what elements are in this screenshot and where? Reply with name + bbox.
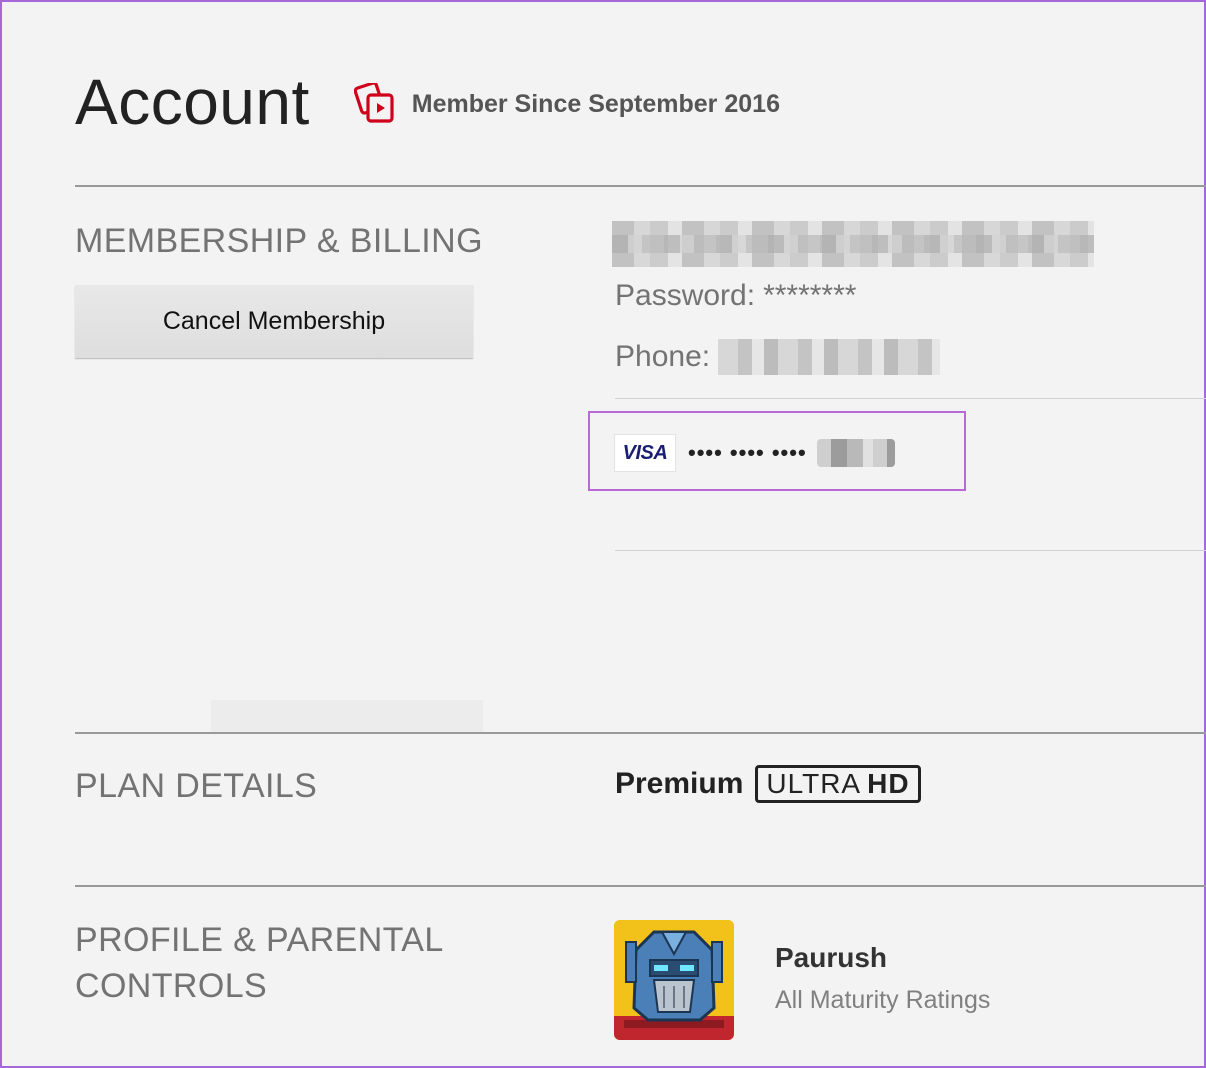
member-since: Member Since September 2016 (353, 83, 780, 125)
profile-section-title-line1: PROFILE & PARENTAL (75, 921, 444, 959)
profile-text: Paurush All Maturity Ratings (775, 942, 990, 1015)
badge-light-text: ULTRA (766, 768, 862, 799)
profile-maturity-rating: All Maturity Ratings (775, 985, 991, 1014)
ultra-hd-badge: ULTRA HD (755, 765, 921, 803)
section-divider (75, 732, 1206, 734)
screenshot-frame (0, 0, 1206, 1068)
badge-bold-text: HD (867, 768, 910, 799)
plan-section-title: PLAN DETAILS (75, 767, 318, 805)
card-masked-number: •••• •••• •••• (688, 440, 807, 465)
plan-info: Premium ULTRA HD (615, 765, 921, 803)
membership-section-title: MEMBERSHIP & BILLING (75, 222, 483, 260)
plan-name: Premium (615, 767, 744, 800)
card-last-digits-redacted (816, 439, 895, 467)
billing-divider (615, 398, 1206, 399)
member-since-text: Member Since September 2016 (411, 89, 780, 118)
password-line: Password: ******** (615, 279, 856, 313)
visa-logo-icon: VISA (614, 434, 676, 472)
billing-divider (615, 550, 1206, 551)
profile-row[interactable]: Paurush All Maturity Ratings (614, 920, 990, 1040)
phone-label: Phone: (615, 340, 711, 373)
profile-section-title: PROFILE & PARENTAL CONTROLS (75, 918, 444, 1010)
profile-section-title-line2: CONTROLS (75, 966, 268, 1005)
robot-avatar-icon[interactable] (614, 920, 734, 1040)
page-title: Account (75, 66, 310, 138)
redacted-strip (211, 700, 483, 734)
phone-redacted (718, 339, 941, 375)
email-redacted (612, 221, 1094, 267)
section-divider (75, 885, 1206, 887)
password-label: Password: (615, 279, 756, 312)
profile-name: Paurush (775, 941, 888, 973)
section-divider (75, 185, 1206, 187)
password-value: ******** (763, 279, 857, 312)
account-header: Account Member Since September 2016 (75, 70, 780, 134)
membership-cards-icon (353, 83, 394, 123)
phone-line: Phone: (615, 339, 941, 375)
avatar-image (614, 920, 734, 1040)
cancel-membership-button[interactable]: Cancel Membership (75, 285, 473, 358)
payment-card-row[interactable]: VISA •••• •••• •••• (614, 434, 895, 472)
